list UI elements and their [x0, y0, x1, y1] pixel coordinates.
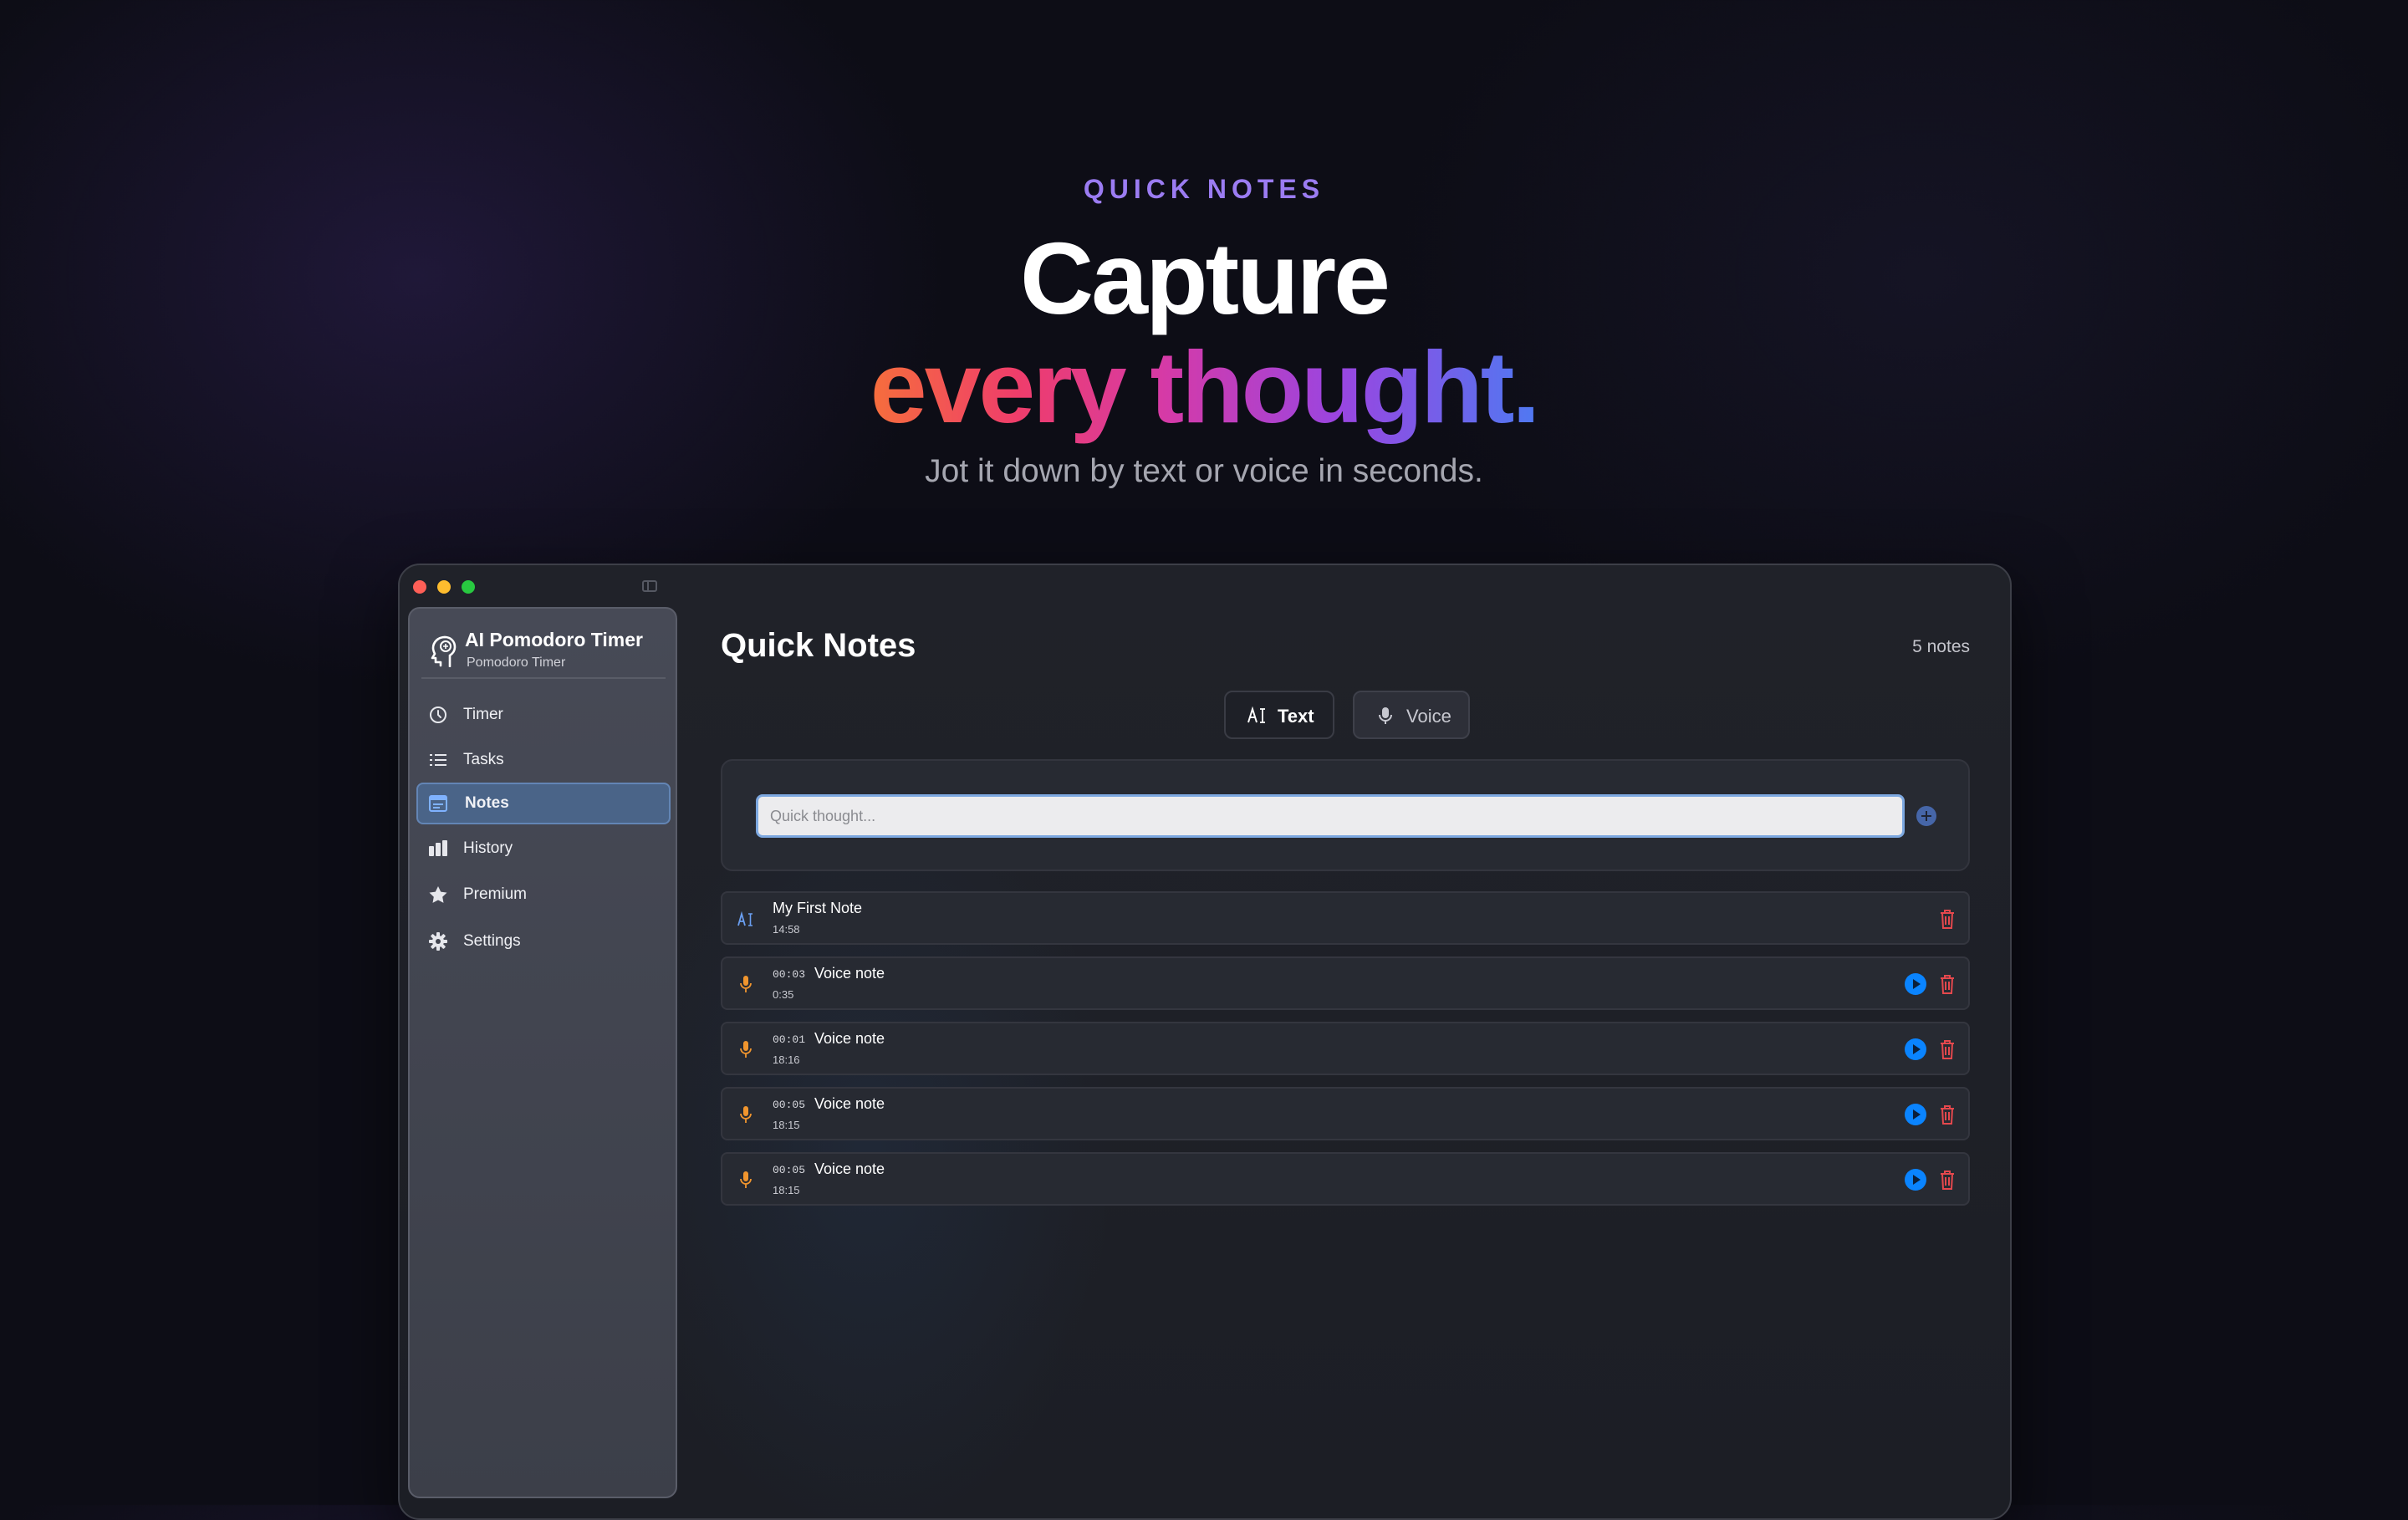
- hero-headline-gradient-text: every thought.: [870, 330, 1541, 444]
- text-cursor-icon: [1247, 706, 1265, 723]
- voice-duration: 00:01: [773, 1033, 806, 1046]
- notes-count: 5 notes: [1912, 637, 1970, 656]
- microphone-icon: [740, 976, 752, 992]
- microphone-icon: [740, 1171, 752, 1188]
- note-row[interactable]: 00:05 Voice note 18:15: [721, 1087, 1970, 1140]
- voice-duration: 00:05: [773, 1099, 806, 1111]
- sidebar-item-label: Premium: [463, 885, 528, 903]
- note-time: 18:15: [773, 1184, 800, 1196]
- trash-icon[interactable]: [1938, 908, 1956, 930]
- app-subtitle: Pomodoro Timer: [467, 655, 566, 670]
- sidebar-item-label: Settings: [463, 932, 521, 950]
- page-title: Quick Notes: [721, 627, 916, 664]
- sidebar-item-history[interactable]: History: [416, 828, 671, 870]
- note-title: Voice note: [814, 1160, 885, 1177]
- note-title: Voice note: [814, 1095, 885, 1112]
- sidebar-item-notes[interactable]: Notes: [416, 783, 671, 824]
- gear-icon: [429, 932, 447, 951]
- bar-chart-icon: [429, 840, 447, 856]
- note-time: 0:35: [773, 988, 794, 1001]
- trash-icon[interactable]: [1938, 973, 1956, 995]
- sidebar-item-timer[interactable]: Timer: [416, 694, 671, 736]
- brain-head-icon: [431, 635, 457, 667]
- hero-headline-line1: Capture: [1020, 222, 1390, 335]
- hero-subtitle: Jot it down by text or voice in seconds.: [925, 453, 1483, 489]
- sidebar-item-label: Notes: [465, 794, 509, 812]
- text-note-icon: [737, 910, 752, 926]
- trash-icon[interactable]: [1938, 1038, 1956, 1060]
- play-button[interactable]: [1905, 1104, 1926, 1125]
- hero-headline-line2: every thought.: [0, 333, 2408, 441]
- add-note-button[interactable]: [1916, 806, 1936, 826]
- notes-icon: [429, 795, 447, 812]
- play-button[interactable]: [1905, 973, 1926, 995]
- note-row[interactable]: My First Note 14:58: [721, 891, 1970, 945]
- voice-duration: 00:05: [773, 1164, 806, 1176]
- voice-duration: 00:03: [773, 968, 806, 981]
- sidebar-item-settings[interactable]: Settings: [416, 921, 671, 962]
- sidebar-divider: [421, 677, 666, 679]
- note-title: My First Note: [773, 900, 863, 916]
- trash-icon[interactable]: [1938, 1104, 1956, 1125]
- app-window: AI Pomodoro Timer Pomodoro Timer Timer T…: [398, 564, 2012, 1520]
- play-button[interactable]: [1905, 1038, 1926, 1060]
- note-time: 14:58: [773, 923, 800, 936]
- note-title: Voice note: [814, 1030, 885, 1047]
- play-button[interactable]: [1905, 1169, 1926, 1191]
- sidebar-toggle-icon[interactable]: [642, 580, 657, 592]
- note-time: 18:16: [773, 1053, 800, 1066]
- timer-icon: [430, 706, 446, 723]
- text-mode-label: Text: [1278, 706, 1314, 727]
- quick-thought-input[interactable]: [756, 794, 1905, 838]
- trash-icon[interactable]: [1938, 1169, 1956, 1191]
- note-row[interactable]: 00:05 Voice note 18:15: [721, 1152, 1970, 1206]
- star-icon: [429, 886, 447, 903]
- sidebar-item-label: Tasks: [463, 751, 504, 768]
- app-title: AI Pomodoro Timer: [465, 629, 643, 650]
- note-title: Voice note: [814, 965, 885, 982]
- text-mode-button[interactable]: Text: [1224, 691, 1334, 739]
- note-composer: [721, 759, 1970, 871]
- sidebar-item-label: History: [463, 839, 513, 857]
- note-row[interactable]: 00:01 Voice note 18:16: [721, 1022, 1970, 1075]
- note-time: 18:15: [773, 1119, 800, 1131]
- list-icon: [430, 754, 446, 766]
- hero-eyebrow: QUICK NOTES: [1083, 174, 1325, 204]
- note-row[interactable]: 00:03 Voice note 0:35: [721, 956, 1970, 1010]
- minimize-window-button[interactable]: [437, 580, 451, 594]
- sidebar-item-label: Timer: [463, 706, 503, 723]
- voice-mode-label: Voice: [1406, 706, 1451, 727]
- sidebar: AI Pomodoro Timer Pomodoro Timer Timer T…: [408, 607, 677, 1498]
- microphone-icon: [740, 1106, 752, 1123]
- sidebar-item-tasks[interactable]: Tasks: [416, 739, 671, 781]
- close-window-button[interactable]: [413, 580, 426, 594]
- microphone-icon: [1379, 707, 1392, 724]
- microphone-icon: [740, 1041, 752, 1058]
- voice-mode-button[interactable]: Voice: [1353, 691, 1470, 739]
- sidebar-item-premium[interactable]: Premium: [416, 874, 671, 916]
- zoom-window-button[interactable]: [462, 580, 475, 594]
